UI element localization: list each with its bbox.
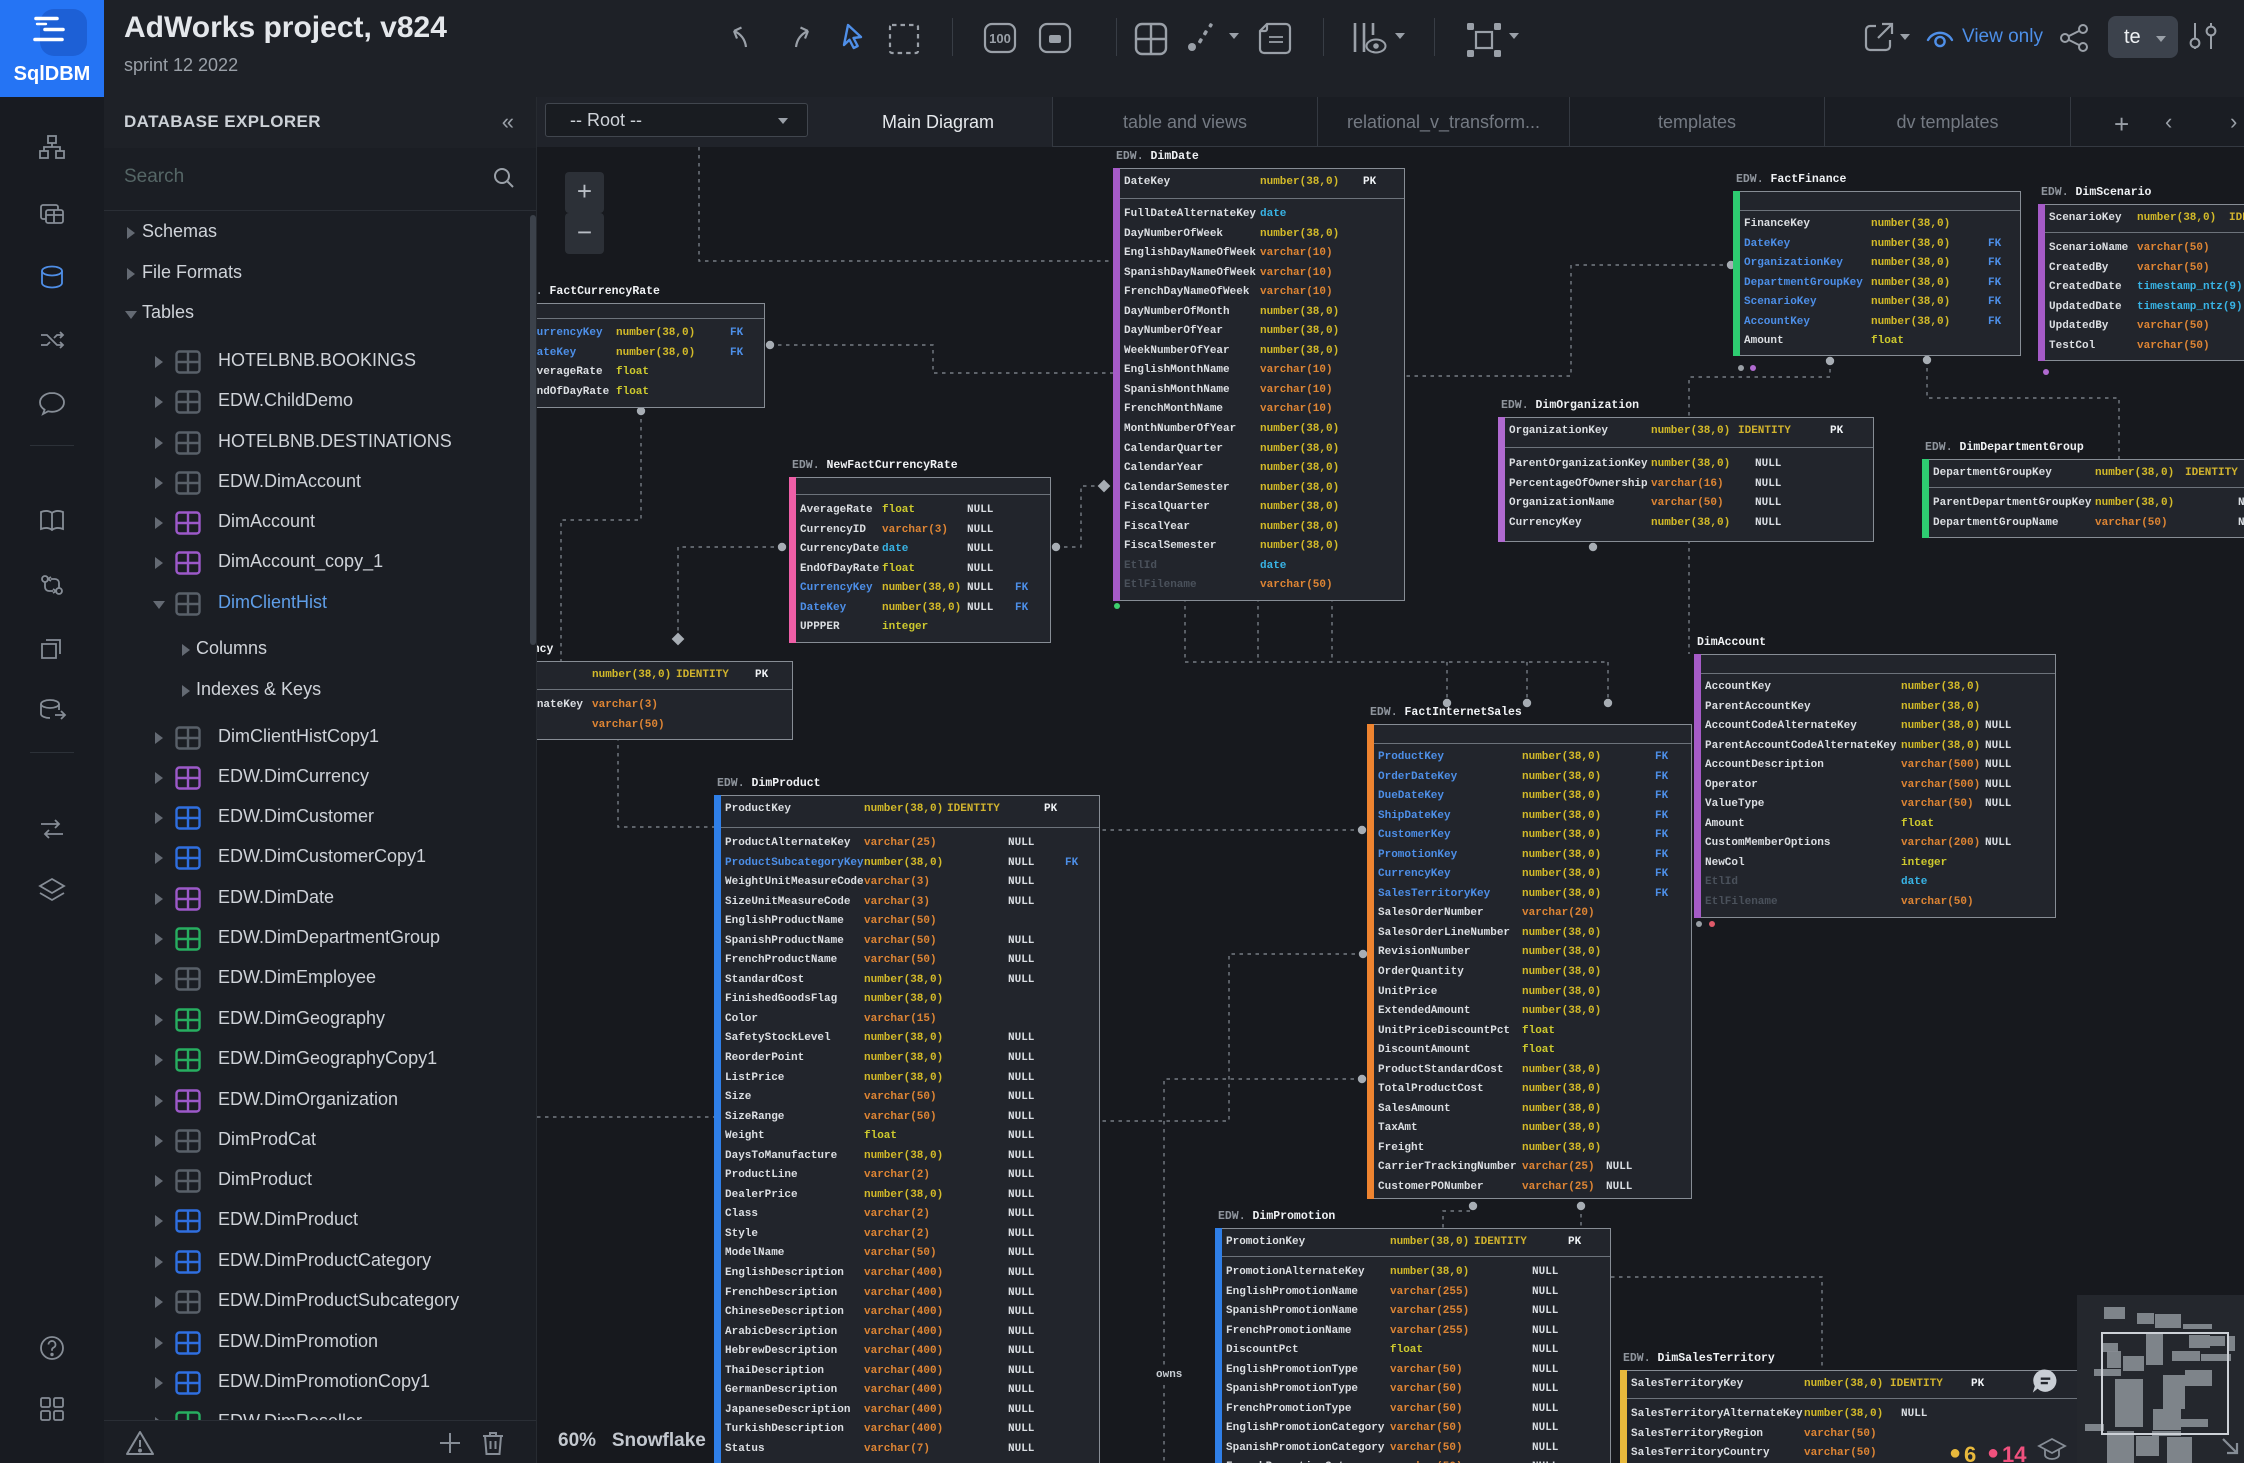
svg-text:100: 100 — [989, 31, 1011, 46]
